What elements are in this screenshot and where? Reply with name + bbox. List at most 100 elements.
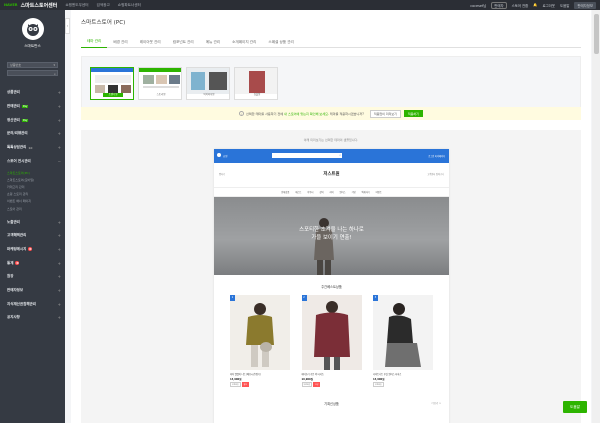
top-nav-link-3[interactable]: 쇼핑파트너센터	[118, 3, 141, 8]
sidebar-item-marketing[interactable]: 마케팅메시지 N +	[0, 243, 65, 257]
sidebar-item-notice[interactable]: 공지사항 +	[0, 311, 65, 325]
naver-logo[interactable]: NAVER	[4, 3, 18, 7]
store-switch-link[interactable]: 스토어 전환	[512, 3, 529, 8]
preview-menu-item: 상의	[319, 191, 324, 194]
bell-icon[interactable]: 🔔	[533, 3, 537, 7]
product-photo-3	[385, 303, 421, 367]
plus-icon: +	[57, 288, 61, 294]
sidebar-item-ledger[interactable]: 원장 +	[0, 270, 65, 284]
submenu-smartstore-mobile[interactable]: 스마트스토어(모바일)	[0, 176, 65, 183]
product-photo-1	[246, 303, 274, 367]
preview-hero-banner: 스포티한 초겨울 나는 하나로 가을 보이기 연출!	[214, 197, 449, 275]
preview-without-apply-button[interactable]: 적용없이 미리보기	[369, 109, 401, 118]
submenu-store-manage[interactable]: 스토어 관리	[0, 205, 65, 212]
owl-icon	[26, 24, 39, 36]
rank-badge: 3	[373, 295, 378, 301]
submenu-category[interactable]: 카테고리 관리	[0, 184, 65, 191]
theme-label: 심플형	[253, 93, 261, 96]
preview-topbar-links: 로그인 마이페이지	[428, 154, 445, 158]
tab-background[interactable]: 배경 관리	[107, 36, 133, 48]
sidebar-item-exposure[interactable]: 노출관리 +	[0, 215, 65, 229]
minus-icon: −	[57, 158, 61, 164]
page-title: 스마트스토어 (PC)	[81, 20, 126, 26]
store-avatar[interactable]	[21, 18, 44, 40]
sidebar-item-settlement[interactable]: 정산관리 Pay +	[0, 113, 65, 127]
page-scrollbar[interactable]	[592, 10, 600, 423]
theme-thumbnail	[187, 68, 229, 94]
theme-thumbnail	[139, 68, 181, 88]
help-button[interactable]: 도움말	[563, 401, 587, 413]
product-image: 2	[301, 295, 362, 370]
product-photo-2	[313, 301, 350, 370]
product-price: 13,900원	[373, 378, 385, 381]
seller-info-button[interactable]: 판매자정보	[574, 1, 596, 9]
app-title[interactable]: 스마트스토어센터	[21, 2, 58, 9]
tab-component[interactable]: 컴포넌트 관리	[167, 36, 200, 48]
search-icon[interactable]: ⌕	[54, 72, 56, 76]
new-badge: N	[15, 261, 20, 266]
search-type-select[interactable]: 상품번호 ▾	[7, 62, 58, 68]
product-card: 1 미치 벨벨치 니트 (배송시간/정기) 13,900원 무료배송 할인	[230, 295, 290, 387]
sidebar-item-products[interactable]: 상품관리 +	[0, 86, 65, 100]
user-tag: 판매자	[491, 1, 507, 9]
theme-card-trendy[interactable]: 트렌디형	[90, 67, 134, 100]
sidebar-item-benefit[interactable]: 고객혜택관리 +	[0, 229, 65, 243]
sidebar-item-display[interactable]: 스토어 전시관리 −	[0, 154, 65, 168]
theme-card-big-image[interactable]: 빅이미지형	[186, 67, 230, 100]
tab-intro[interactable]: 소개페이지 관리	[226, 36, 262, 48]
user-name[interactable]: cocesef님	[470, 3, 486, 8]
sidebar-item-talk[interactable]: 톡톡상담관리 10 +	[0, 141, 65, 155]
sidebar-search-input[interactable]: ⌕	[7, 70, 58, 76]
preview-menu-item: 이벤트	[375, 191, 382, 194]
preview-category-menu: 전체상품 베스트 아우터 상의 하의 원피스 가방 액세서리 이벤트	[214, 188, 449, 197]
preview-store-header: 찜하기 저스트원 고객센터 장바구니	[214, 163, 449, 188]
preview-caption: 아래 미리보기는 선택한 테마의 샘플입니다.	[303, 138, 359, 142]
tab-theme[interactable]: 테마 관리	[81, 36, 108, 48]
preview-menu-item: 가방	[351, 191, 356, 194]
submenu-event-banner[interactable]: 이벤트 배너 페이지	[0, 198, 65, 205]
more-link: 더보기 >	[431, 402, 441, 405]
tab-bar: 테마 관리 배경 관리 레이아웃 관리 컴포넌트 관리 메뉴 관리 소개페이지 …	[81, 36, 581, 48]
product-name: 에이프리 기본 와 티셔츠	[301, 373, 324, 376]
product-image: 1	[230, 295, 290, 370]
product-price: 19,900원	[301, 378, 313, 381]
tab-menu[interactable]: 메뉴 관리	[200, 36, 226, 48]
preview-menu-item: 아우터	[307, 191, 314, 194]
hero-line-2: 가을 보이기 연출!	[311, 235, 352, 241]
preview-search-box: ⌕	[272, 153, 342, 158]
submenu-smartstore-pc[interactable]: 스마트스토어(PC)	[0, 169, 65, 176]
plus-icon: +	[57, 233, 61, 239]
preview-menu-item: 전체상품	[281, 191, 290, 194]
theme-label: 스토리형	[156, 93, 166, 96]
sidebar-item-seller-info[interactable]: 판매자정보 +	[0, 284, 65, 298]
tab-special[interactable]: 스페셜 상품 관리	[262, 36, 299, 48]
sidebar-item-ip[interactable]: 지식재산권침해관리 +	[0, 297, 65, 311]
top-navigation-bar: NAVER 스마트스토어센터 쇼핑윈도우센터 검색광고 쇼핑파트너센터 coce…	[0, 0, 600, 10]
product-price: 13,900원	[230, 378, 242, 381]
scrollbar-thumb[interactable]	[593, 14, 599, 54]
top-nav-link-1[interactable]: 쇼핑윈도우센터	[65, 3, 88, 8]
best-section-title: 주간베스트상품	[321, 285, 342, 289]
product-image: 3	[373, 295, 433, 370]
sidebar-item-sales[interactable]: 판매관리 Pay +	[0, 100, 65, 114]
apply-theme-button[interactable]: 적용하기	[403, 110, 423, 117]
sidebar-collapse-toggle[interactable]: ‹	[65, 18, 70, 34]
help-link[interactable]: 도움말	[560, 3, 569, 8]
top-nav-link-2[interactable]: 검색광고	[97, 3, 110, 8]
sidebar: 스마트판스 상품번호 ▾ ⌕ 상품관리 + 판매관리 Pay + 정산관리 Pay + 문…	[0, 10, 65, 423]
theme-card-simple[interactable]: 심플형	[234, 67, 278, 100]
theme-thumbnail	[235, 68, 277, 94]
top-right-controls: cocesef님 판매자 스토어 전환 🔔 로그아웃 도움말 판매자정보	[465, 1, 596, 9]
store-name: 스마트판스	[24, 44, 41, 48]
theme-thumbnail	[91, 68, 133, 93]
plus-icon: +	[57, 90, 61, 96]
rank-badge: 2	[301, 295, 307, 301]
preview-topbar: 쇼핑 ⌕ 로그인 마이페이지	[214, 149, 449, 163]
sidebar-item-inquiry[interactable]: 문의/리뷰관리 +	[0, 127, 65, 141]
sidebar-item-stats[interactable]: 통계 N +	[0, 256, 65, 270]
logout-link[interactable]: 로그아웃	[543, 3, 555, 8]
preview-store-name: 저스트원	[323, 172, 340, 177]
submenu-shopping-story[interactable]: 쇼핑 스토리 관리	[0, 191, 65, 198]
tab-layout[interactable]: 레이아웃 관리	[134, 36, 167, 48]
theme-card-story[interactable]: 스토리형	[138, 67, 182, 100]
